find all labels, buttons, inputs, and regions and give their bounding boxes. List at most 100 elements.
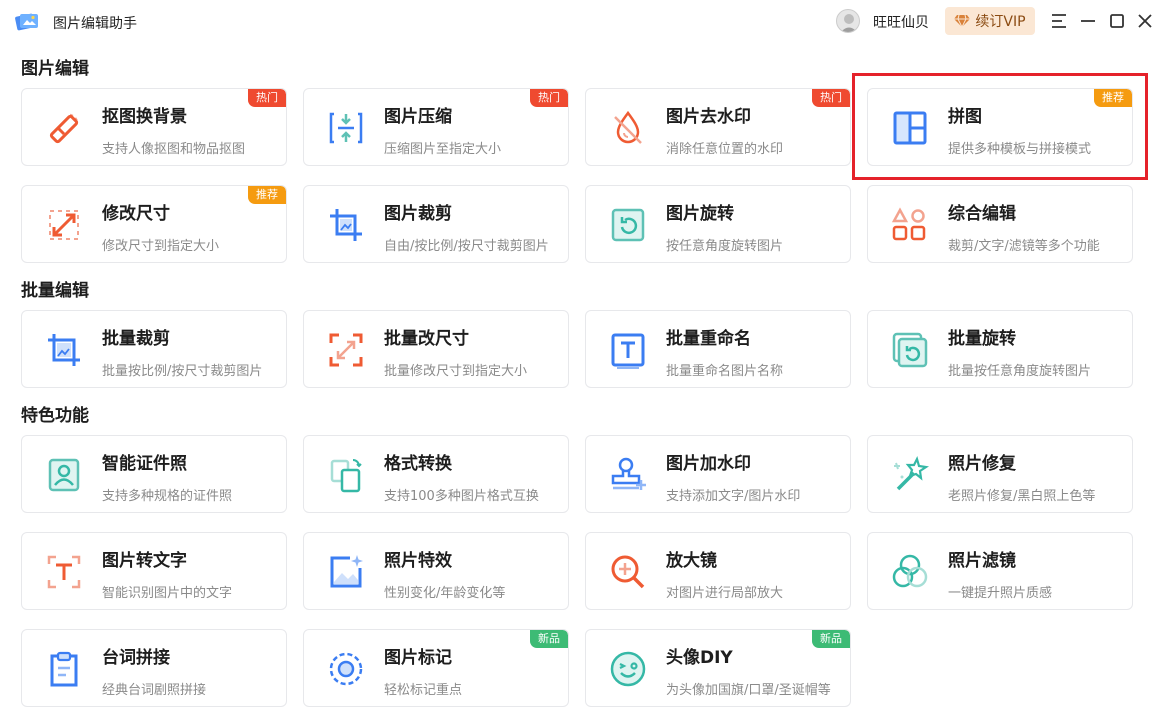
card-title: 放大镜: [666, 551, 717, 571]
card-title: 头像DIY: [666, 648, 733, 668]
card-desc: 修改尺寸到指定大小: [102, 239, 220, 254]
shapes-icon: [891, 207, 926, 241]
card-desc: 对图片进行局部放大: [666, 586, 784, 601]
card-desc: 智能识别图片中的文字: [102, 586, 233, 601]
card-collage[interactable]: 拼图 提供多种模板与拼接模式 推荐: [867, 88, 1133, 166]
card-image-marker[interactable]: 图片标记 轻松标记重点 新品: [303, 629, 569, 707]
card-title: 批量重命名: [666, 329, 751, 349]
maximize-icon[interactable]: [1107, 11, 1127, 31]
card-batch-crop[interactable]: 批量裁剪 批量按比例/按尺寸裁剪图片: [21, 310, 287, 388]
eraser-icon: [49, 113, 79, 144]
card-desc: 批量修改尺寸到指定大小: [384, 364, 528, 379]
id-photo-icon: [48, 458, 80, 492]
compress-icon: [329, 112, 363, 144]
card-crop[interactable]: 图片裁剪 自由/按比例/按尺寸裁剪图片: [303, 185, 569, 263]
card-id-photo[interactable]: 智能证件照 支持多种规格的证件照: [21, 435, 287, 513]
card-format-convert[interactable]: 格式转换 支持100多种图片格式互换: [303, 435, 569, 513]
card-photo-repair[interactable]: 照片修复 老照片修复/黑白照上色等: [867, 435, 1133, 513]
recommend-badge: 推荐: [1094, 89, 1132, 107]
hot-badge: 热门: [530, 89, 568, 107]
card-title: 图片裁剪: [384, 204, 452, 224]
card-desc: 经典台词剧照拼接: [102, 683, 207, 698]
section-title-image-edit: 图片编辑: [21, 59, 89, 79]
minimize-icon[interactable]: [1078, 11, 1098, 31]
menu-icon[interactable]: [1049, 11, 1069, 31]
card-desc: 支持100多种图片格式互换: [384, 489, 539, 504]
close-icon[interactable]: [1135, 11, 1155, 31]
smile-icon: [610, 651, 646, 687]
card-rotate[interactable]: 图片旋转 按任意角度旋转图片: [585, 185, 851, 263]
card-desc: 性别变化/年龄变化等: [384, 586, 506, 601]
card-title: 图片标记: [384, 648, 452, 668]
clipboard-icon: [50, 651, 78, 687]
card-batch-resize[interactable]: 批量改尺寸 批量修改尺寸到指定大小: [303, 310, 569, 388]
card-resize[interactable]: 修改尺寸 修改尺寸到指定大小 推荐: [21, 185, 287, 263]
drop-slash-icon: [614, 110, 642, 144]
rename-icon: [611, 333, 645, 369]
card-title: 照片滤镜: [948, 551, 1016, 571]
filter-icon: [892, 554, 928, 588]
card-desc: 消除任意位置的水印: [666, 142, 784, 157]
card-title: 修改尺寸: [102, 204, 170, 224]
card-title: 格式转换: [384, 454, 452, 474]
batch-resize-icon: [329, 333, 363, 367]
card-desc: 批量重命名图片名称: [666, 364, 784, 379]
batch-rotate-icon: [892, 332, 928, 368]
card-batch-rotate[interactable]: 批量旋转 批量按任意角度旋转图片: [867, 310, 1133, 388]
collage-icon: [893, 111, 927, 145]
renew-vip-button[interactable]: 续订VIP: [945, 7, 1035, 35]
title-bar: 图片编辑助手 旺旺仙贝 续订VIP: [0, 0, 1170, 42]
stamp-icon: [611, 457, 646, 490]
card-title: 照片特效: [384, 551, 452, 571]
user-avatar[interactable]: [836, 9, 860, 33]
new-badge: 新品: [812, 630, 850, 648]
resize-icon: [49, 210, 79, 240]
card-add-watermark[interactable]: 图片加水印 支持添加文字/图片水印: [585, 435, 851, 513]
hot-badge: 热门: [812, 89, 850, 107]
card-cutout-background[interactable]: 抠图换背景 支持人像抠图和物品抠图 热门: [21, 88, 287, 166]
card-magnifier[interactable]: 放大镜 对图片进行局部放大: [585, 532, 851, 610]
card-title: 图片转文字: [102, 551, 187, 571]
card-avatar-diy[interactable]: 头像DIY 为头像加国旗/口罩/圣诞帽等 新品: [585, 629, 851, 707]
card-title: 图片去水印: [666, 107, 751, 127]
card-photo-effects[interactable]: 照片特效 性别变化/年龄变化等: [303, 532, 569, 610]
card-title: 拼图: [948, 107, 982, 127]
convert-icon: [330, 459, 362, 493]
card-title: 批量旋转: [948, 329, 1016, 349]
diamond-icon: [954, 14, 971, 28]
card-desc: 批量按任意角度旋转图片: [948, 364, 1092, 379]
card-title: 批量改尺寸: [384, 329, 469, 349]
app-logo-icon: [15, 13, 38, 31]
card-desc: 轻松标记重点: [384, 683, 463, 698]
magnifier-icon: [611, 555, 645, 589]
card-image-to-text[interactable]: 图片转文字 智能识别图片中的文字: [21, 532, 287, 610]
crop-icon: [330, 209, 362, 241]
card-remove-watermark[interactable]: 图片去水印 消除任意位置的水印 热门: [585, 88, 851, 166]
marker-icon: [329, 652, 363, 686]
card-photo-filter[interactable]: 照片滤镜 一键提升照片质感: [867, 532, 1133, 610]
rotate-icon: [611, 208, 645, 242]
card-title: 图片旋转: [666, 204, 734, 224]
batch-crop-icon: [48, 334, 80, 366]
new-badge: 新品: [530, 630, 568, 648]
card-desc: 提供多种模板与拼接模式: [948, 142, 1092, 157]
card-desc: 支持人像抠图和物品抠图: [102, 142, 246, 157]
user-name[interactable]: 旺旺仙贝: [873, 12, 929, 32]
card-title: 抠图换背景: [102, 107, 187, 127]
card-comprehensive-edit[interactable]: 综合编辑 裁剪/文字/滤镜等多个功能: [867, 185, 1133, 263]
card-title: 图片压缩: [384, 107, 452, 127]
section-title-features: 特色功能: [21, 406, 89, 426]
card-batch-rename[interactable]: 批量重命名 批量重命名图片名称: [585, 310, 851, 388]
card-dialogue-stitch[interactable]: 台词拼接 经典台词剧照拼接: [21, 629, 287, 707]
card-desc: 一键提升照片质感: [948, 586, 1053, 601]
card-image-compress[interactable]: 图片压缩 压缩图片至指定大小 热门: [303, 88, 569, 166]
card-title: 图片加水印: [666, 454, 751, 474]
hot-badge: 热门: [248, 89, 286, 107]
card-desc: 裁剪/文字/滤镜等多个功能: [948, 239, 1100, 254]
section-title-batch-edit: 批量编辑: [21, 281, 89, 301]
card-title: 批量裁剪: [102, 329, 170, 349]
recommend-badge: 推荐: [248, 186, 286, 204]
card-desc: 按任意角度旋转图片: [666, 239, 784, 254]
card-desc: 批量按比例/按尺寸裁剪图片: [102, 364, 263, 379]
card-title: 台词拼接: [102, 648, 170, 668]
